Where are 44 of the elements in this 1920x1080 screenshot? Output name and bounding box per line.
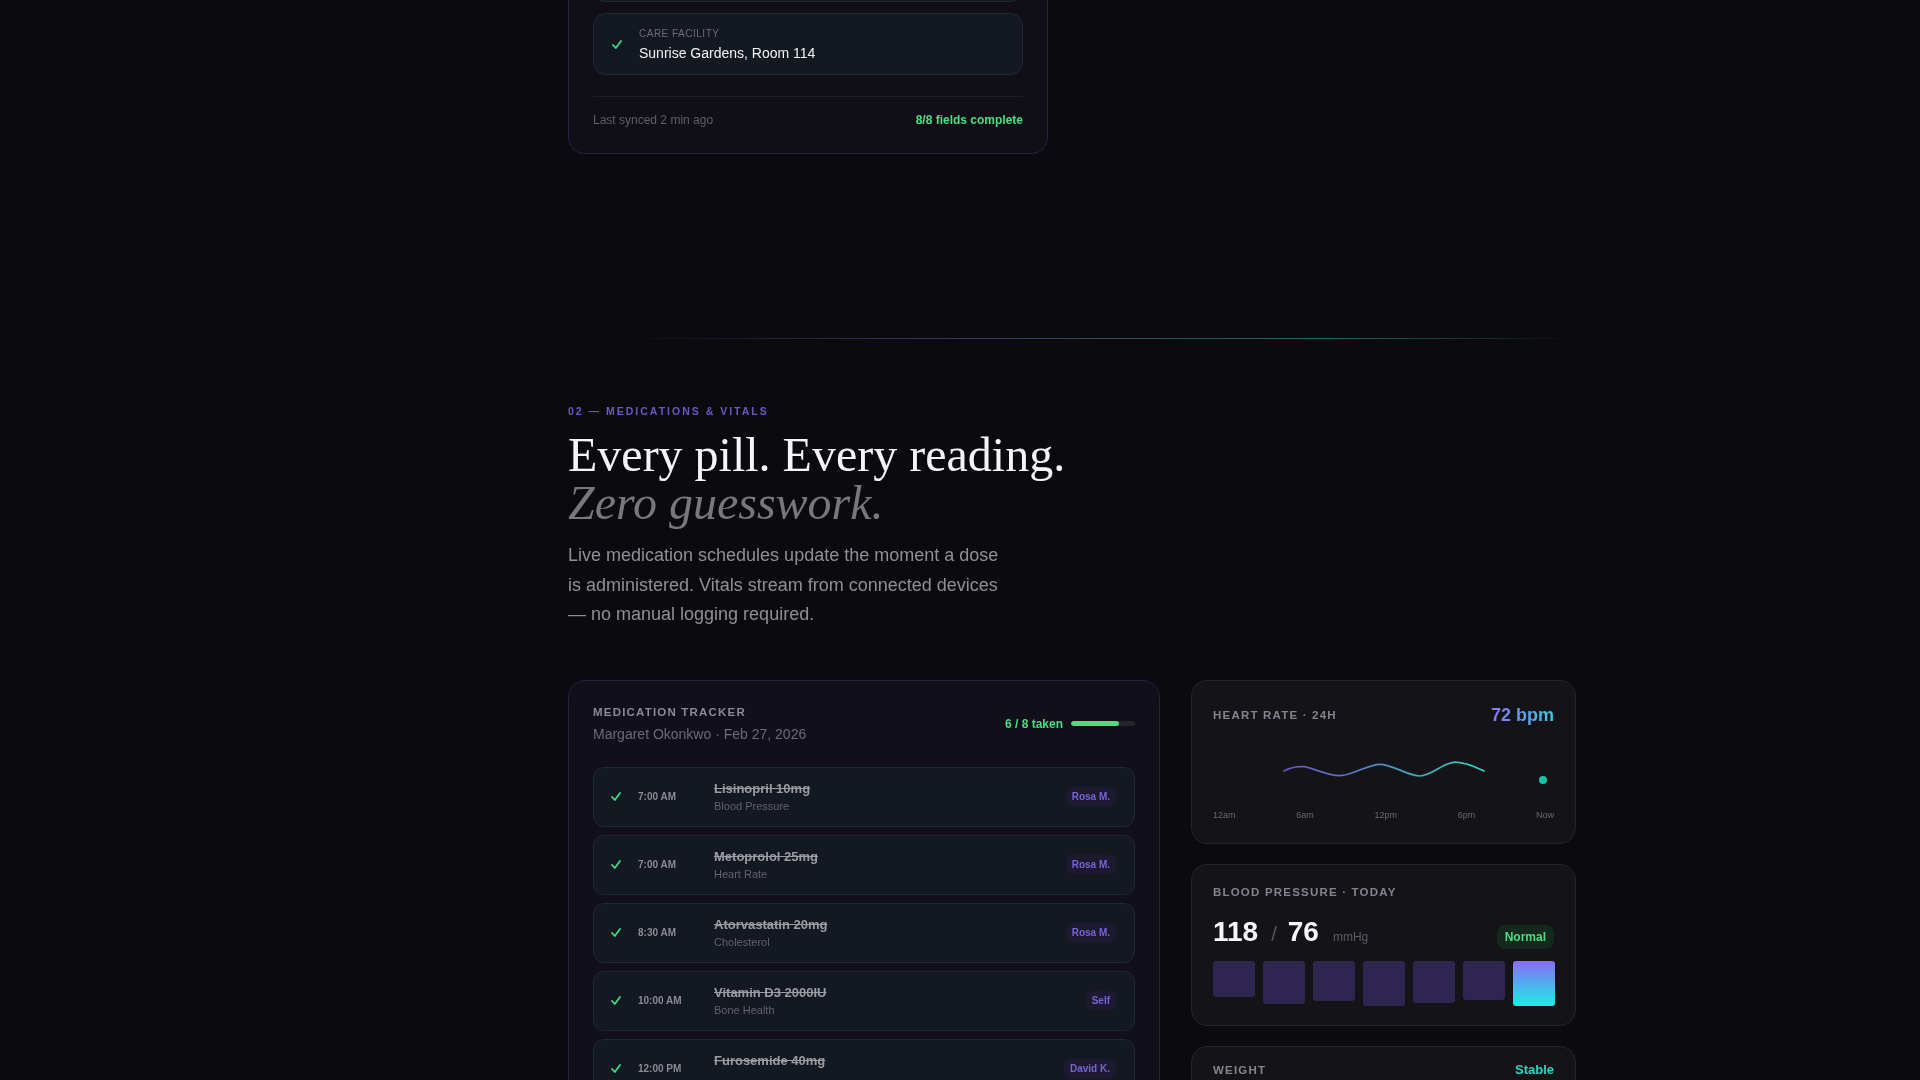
dose-time: 7:00 AM bbox=[638, 790, 677, 804]
dose-time: 10:00 AM bbox=[638, 994, 683, 1008]
time-axis-label: 12pm bbox=[1374, 808, 1397, 821]
dose-time: 12:00 PM bbox=[638, 1062, 683, 1076]
dose-time: 8:30 AM bbox=[638, 926, 677, 940]
live-dot-icon bbox=[1539, 775, 1547, 784]
value-separator: / bbox=[1271, 921, 1277, 946]
medication-name: Lisinopril 10mg bbox=[714, 780, 812, 797]
section-heading: Every pill. Every reading. bbox=[568, 431, 1067, 479]
medication-name: Metoprolol 25mg bbox=[714, 848, 819, 865]
caregiver-tag: Rosa M. bbox=[1065, 923, 1116, 943]
caregiver-tag: Self bbox=[1085, 991, 1116, 1011]
caregiver-tag: Rosa M. bbox=[1065, 787, 1116, 807]
card-title: HEART RATE · 24H bbox=[1213, 707, 1337, 723]
card-subtitle: Margaret Okonkwo · Feb 27, 2026 bbox=[593, 724, 807, 744]
dose-time: 7:00 AM bbox=[638, 858, 677, 872]
time-axis-label: 6pm bbox=[1457, 808, 1476, 821]
unit-label: mmHg bbox=[1332, 929, 1369, 944]
caregiver-tag: Rosa M. bbox=[1065, 855, 1116, 875]
completion-status: 8/8 fields complete bbox=[915, 112, 1023, 128]
caregiver-tag: David K. bbox=[1064, 1059, 1116, 1079]
medication-name: Furosemide 40mg bbox=[714, 1052, 827, 1069]
field-value: Sunrise Gardens, Room 114 bbox=[639, 44, 816, 62]
medication-purpose: Cholesterol bbox=[714, 934, 771, 949]
time-axis-label: 12am bbox=[1213, 808, 1236, 821]
time-axis-label: 6am bbox=[1296, 808, 1314, 821]
medication-purpose: Blood Pressure bbox=[714, 798, 791, 813]
medication-name: Vitamin D3 2000IU bbox=[714, 984, 828, 1001]
card-title: BLOOD PRESSURE · TODAY bbox=[1213, 884, 1398, 900]
card-title: WEIGHT bbox=[1213, 1062, 1267, 1078]
progress-label: 6 / 8 taken bbox=[1004, 715, 1063, 732]
sync-status: Last synced 2 min ago bbox=[593, 112, 714, 128]
medication-name: Atorvastatin 20mg bbox=[714, 916, 829, 933]
status-badge: Normal bbox=[1496, 924, 1554, 949]
systolic-value: 118 bbox=[1213, 915, 1259, 948]
diastolic-value: 76 bbox=[1287, 915, 1319, 948]
section-description: Live medication schedules update the moment a dose is administered. Vitals stream from connected devices — no manual logging required. bbox=[568, 544, 1000, 627]
section-eyebrow: 02 — MEDICATIONS & VITALS bbox=[568, 404, 770, 419]
weight-status: Stable bbox=[1515, 1061, 1554, 1078]
medication-purpose: Heart Rate bbox=[714, 866, 769, 881]
card-title: MEDICATION TRACKER bbox=[593, 704, 747, 720]
medication-purpose: Bone Health bbox=[714, 1002, 776, 1017]
time-axis-label: Now bbox=[1535, 808, 1554, 821]
field-label: CARE FACILITY bbox=[639, 27, 721, 40]
